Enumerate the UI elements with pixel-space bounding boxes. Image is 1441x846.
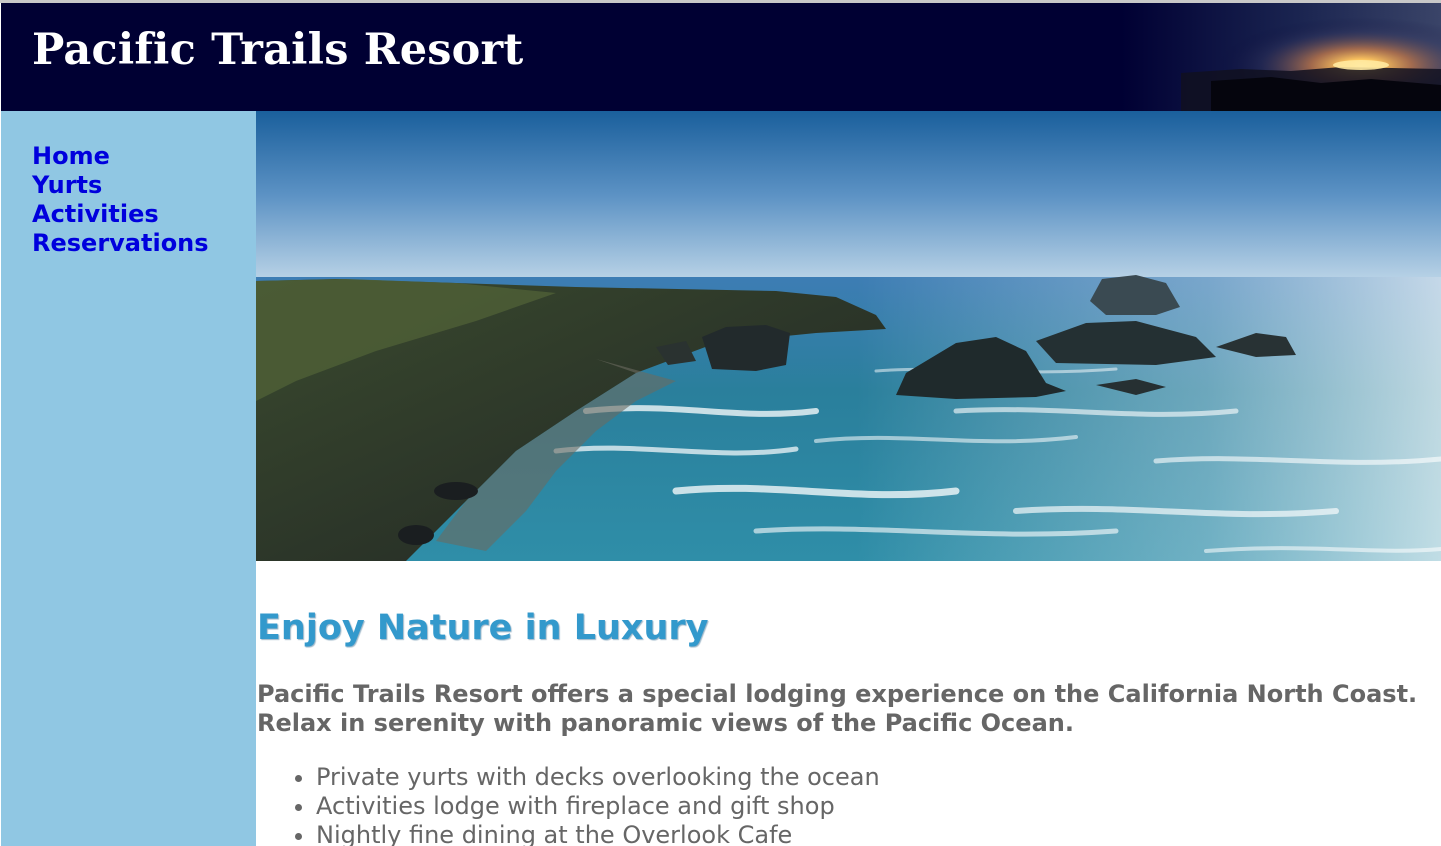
nav-item-activities: Activities	[32, 200, 209, 229]
main-heading: Enjoy Nature in Luxury	[257, 608, 709, 648]
list-item: Private yurts with decks overlooking the…	[316, 763, 880, 792]
site-title: Pacific Trails Resort	[32, 25, 524, 75]
site-header: Pacific Trails Resort	[1, 3, 1441, 111]
nav-list: Home Yurts Activities Reservations	[32, 142, 209, 258]
nav-link-reservations[interactable]: Reservations	[32, 229, 209, 257]
nav-item-yurts: Yurts	[32, 171, 209, 200]
nav-link-home[interactable]: Home	[32, 142, 110, 170]
hero-image	[256, 111, 1441, 561]
main-content: Enjoy Nature in Luxury Pacific Trails Re…	[257, 561, 1441, 846]
intro-line-2: Relax in serenity with panoramic views o…	[257, 709, 1074, 737]
intro-line-1: Pacific Trails Resort offers a special l…	[257, 680, 1418, 708]
feature-list: Private yurts with decks overlooking the…	[257, 763, 880, 846]
sidebar-nav: Home Yurts Activities Reservations	[1, 111, 256, 846]
page: Pacific Trails Resort Home Yurts Activit…	[0, 0, 1441, 846]
intro-paragraph: Pacific Trails Resort offers a special l…	[257, 680, 1441, 738]
sunset-banner-image	[1121, 3, 1441, 111]
nav-link-activities[interactable]: Activities	[32, 200, 159, 228]
list-item: Activities lodge with fireplace and gift…	[316, 792, 880, 821]
list-item: Nightly fine dining at the Overlook Cafe	[316, 821, 880, 846]
nav-item-home: Home	[32, 142, 209, 171]
nav-link-yurts[interactable]: Yurts	[32, 171, 102, 199]
nav-item-reservations: Reservations	[32, 229, 209, 258]
coastline-photo-icon	[256, 111, 1441, 561]
